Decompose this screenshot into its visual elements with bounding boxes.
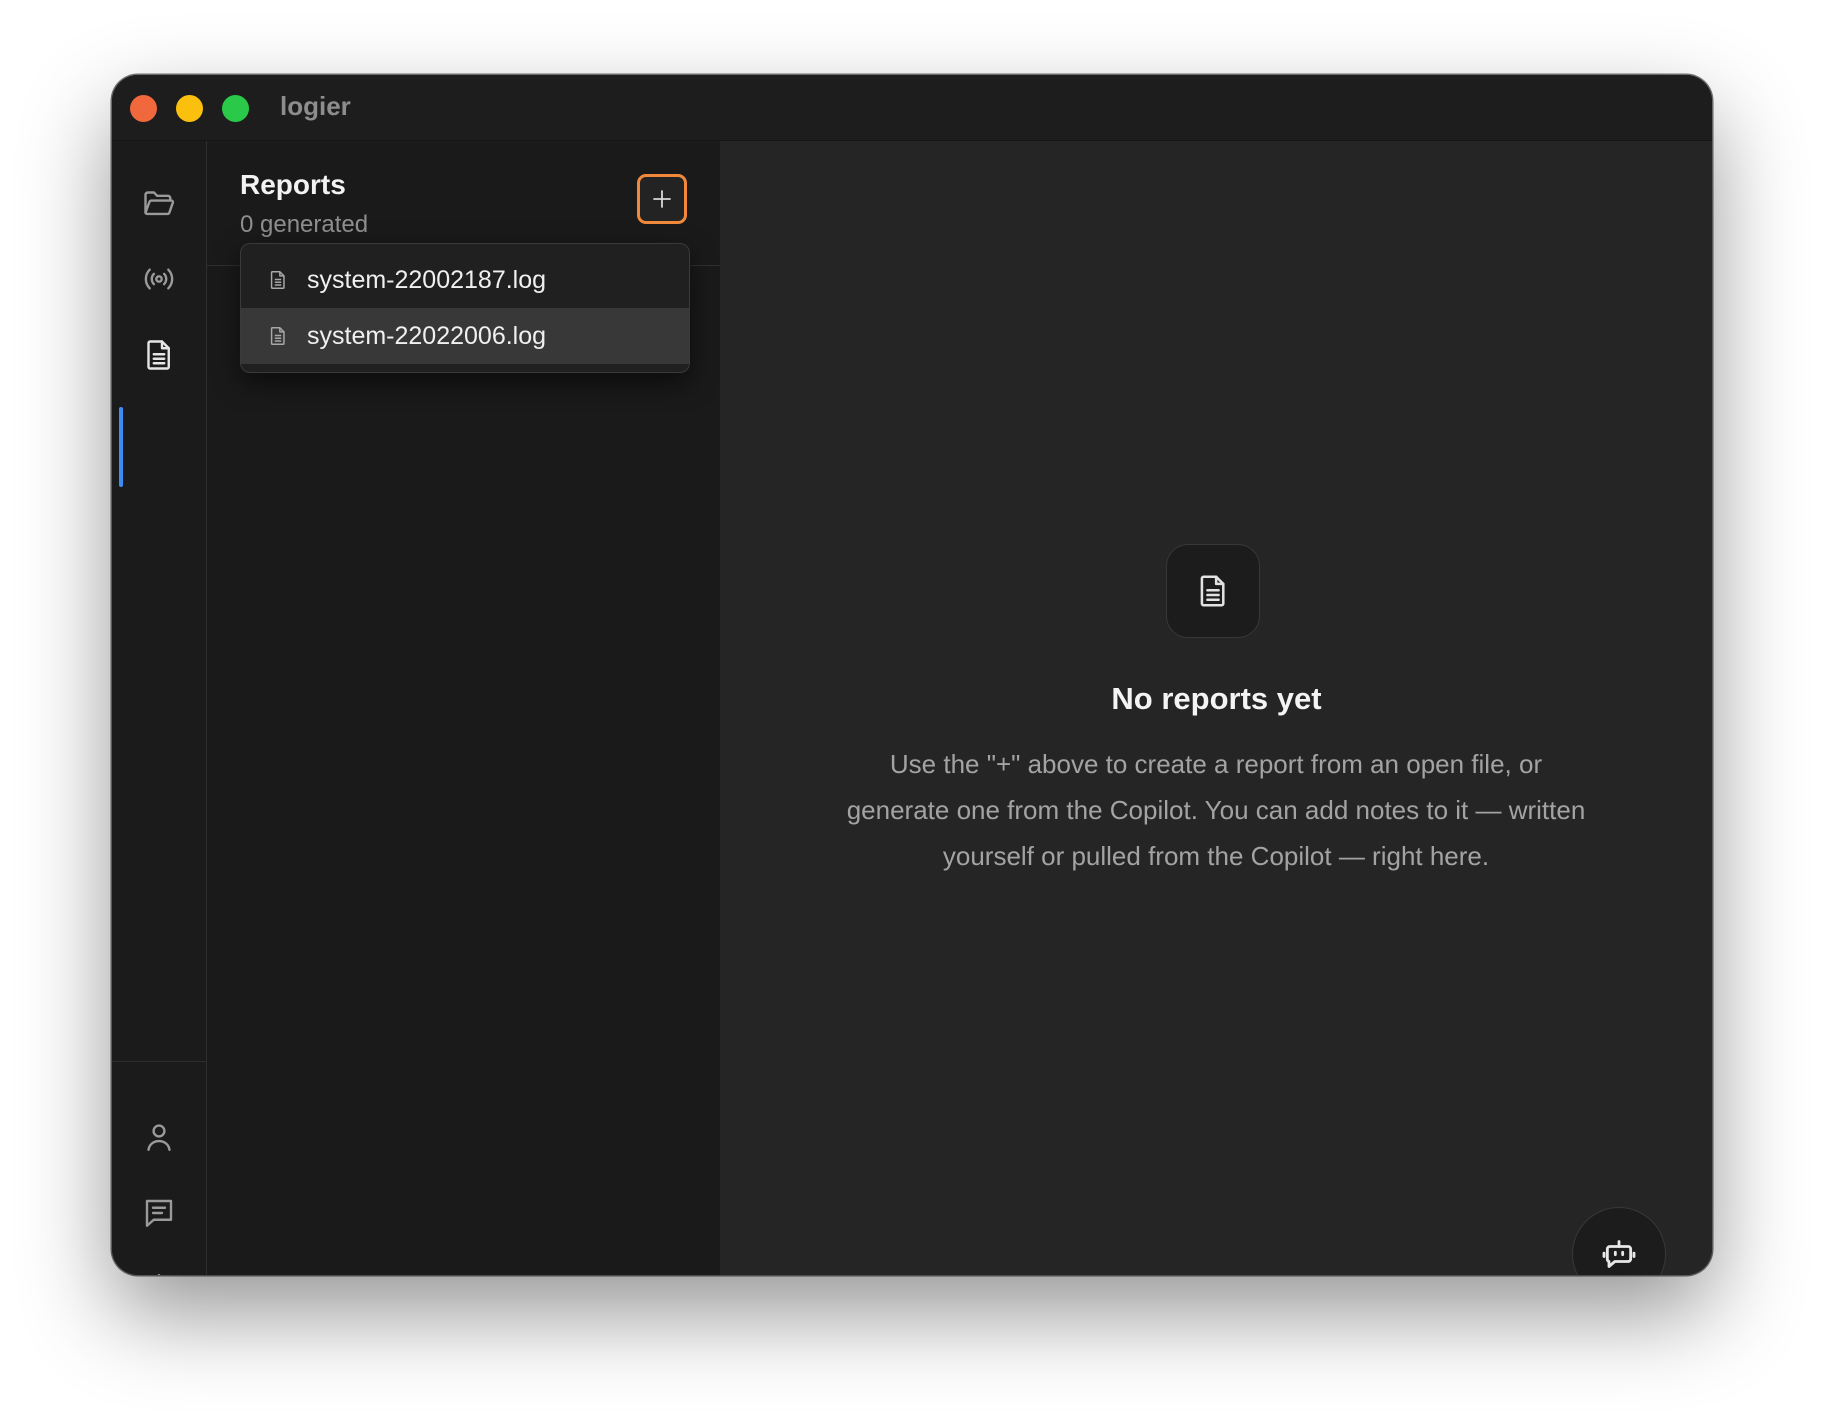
dropdown-item-label: system-22022006.log xyxy=(307,321,547,350)
rail-item-account[interactable] xyxy=(112,1099,206,1179)
rail-divider xyxy=(112,1061,206,1062)
app-window: logier Reports 0 generated system-220021… xyxy=(112,75,1712,1275)
minimize-window-button[interactable] xyxy=(176,95,203,122)
rail-item-settings[interactable] xyxy=(112,1251,206,1275)
gear-icon xyxy=(141,1271,177,1275)
dropdown-item-label: system-22002187.log xyxy=(307,265,547,294)
message-icon xyxy=(141,1195,177,1236)
rail-item-live[interactable] xyxy=(112,241,206,321)
title-bar: logier xyxy=(112,75,1712,141)
file-picker-dropdown: system-22002187.log system-22022006.log xyxy=(240,243,690,373)
rail-active-indicator xyxy=(119,407,123,487)
panel-subtitle: 0 generated xyxy=(240,211,369,238)
document-icon xyxy=(141,337,177,378)
reports-panel: Reports 0 generated system-22002187.log … xyxy=(207,141,720,1275)
empty-state-icon-box xyxy=(1166,544,1260,638)
icon-rail xyxy=(112,141,207,1275)
zoom-window-button[interactable] xyxy=(222,95,249,122)
broadcast-icon xyxy=(141,261,177,302)
main-content: No reports yet Use the "+" above to crea… xyxy=(721,141,1712,1275)
panel-title: Reports xyxy=(240,169,346,200)
file-icon xyxy=(267,325,289,347)
empty-state-title: No reports yet xyxy=(1111,681,1322,716)
rail-item-feedback[interactable] xyxy=(112,1175,206,1255)
app-title: logier xyxy=(280,91,351,121)
add-report-button[interactable] xyxy=(637,174,687,224)
rail-item-reports[interactable] xyxy=(112,317,206,397)
user-icon xyxy=(141,1119,177,1160)
file-icon xyxy=(267,269,289,291)
document-icon xyxy=(1194,572,1232,610)
close-window-button[interactable] xyxy=(130,95,157,122)
dropdown-item-file-1[interactable]: system-22002187.log xyxy=(241,252,689,308)
plus-icon xyxy=(650,187,674,211)
bot-icon xyxy=(1599,1234,1639,1274)
folder-open-icon xyxy=(141,185,177,226)
dropdown-item-file-2[interactable]: system-22022006.log xyxy=(241,308,689,364)
copilot-button[interactable] xyxy=(1572,1207,1666,1275)
empty-state-description: Use the "+" above to create a report fro… xyxy=(846,749,1586,871)
rail-item-files[interactable] xyxy=(112,165,206,245)
